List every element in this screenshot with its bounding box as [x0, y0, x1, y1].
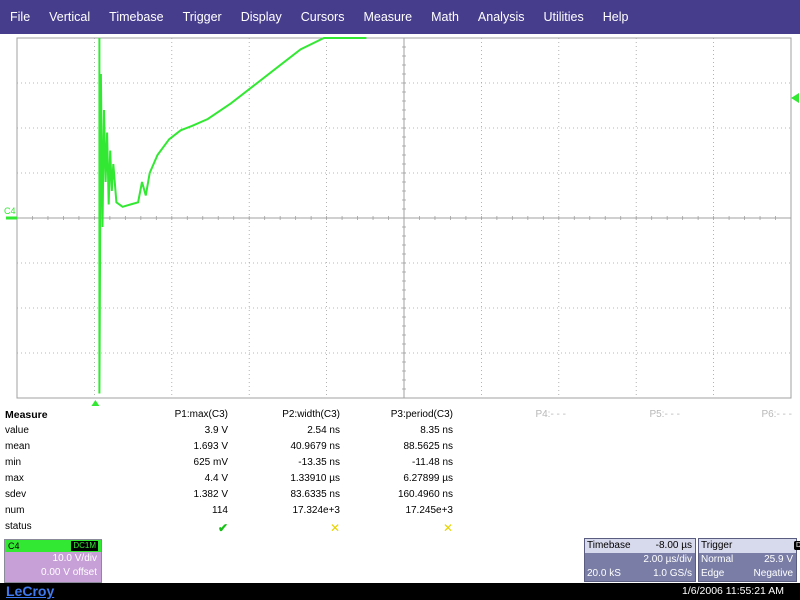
measure-row-label: max	[5, 473, 24, 484]
measure-param-p6[interactable]: P6:- - -	[761, 409, 792, 420]
menu-utilities[interactable]: Utilities	[533, 0, 592, 34]
measure-value: 114	[212, 505, 228, 516]
measure-value: 17.324e+3	[292, 505, 340, 516]
trigger-level-arrow	[791, 93, 799, 103]
menu-measure[interactable]: Measure	[353, 0, 421, 34]
measure-value: 6.27899 µs	[403, 473, 453, 484]
waveform-display[interactable]: C4	[0, 34, 800, 406]
menu-bar: File Vertical Timebase Trigger Display Cursor…	[0, 0, 800, 34]
menu-timebase[interactable]: Timebase	[99, 0, 172, 34]
measure-row-num: num 114 17.324e+3 17.245e+3	[0, 505, 800, 521]
measure-param-p5[interactable]: P5:- - -	[649, 409, 680, 420]
cross-icon: ✕	[442, 521, 453, 535]
measure-row-label: mean	[5, 441, 31, 452]
trigger-mode: Normal	[701, 554, 734, 565]
channel-header: C4 DC1M	[5, 540, 101, 552]
measure-value: 83.6335 ns	[290, 489, 341, 500]
measure-row-status: status ✔ ✕ ✕	[0, 521, 800, 537]
measure-row-label: sdev	[5, 489, 27, 500]
lecroy-logo: LeCroy	[6, 583, 55, 599]
timebase-title: Timebase	[587, 540, 631, 551]
measure-title: Measure	[5, 409, 48, 421]
trigger-box[interactable]: Trigger C4 DC Normal 25.9 V Edge Negativ…	[698, 538, 800, 582]
measure-value: 625 mV	[193, 457, 228, 468]
status-bar: LeCroy 1/6/2006 11:55:21 AM	[0, 583, 800, 600]
timebase-box[interactable]: Timebase -8.00 µs 2.00 µs/div 20.0 kS 1.…	[584, 538, 696, 582]
menu-analysis[interactable]: Analysis	[468, 0, 534, 34]
menu-file[interactable]: File	[0, 0, 39, 34]
measure-row-label: min	[5, 457, 22, 468]
trigger-level: 25.9 V	[764, 554, 793, 565]
measure-value: -11.48 ns	[412, 457, 453, 468]
measure-value: 3.9 V	[204, 425, 228, 436]
timebase-header: Timebase -8.00 µs	[585, 539, 695, 553]
cross-icon: ✕	[329, 521, 340, 535]
menu-vertical[interactable]: Vertical	[39, 0, 99, 34]
measure-panel: Measure P1:max(C3) P2:width(C3) P3:period(C…	[0, 406, 800, 536]
menu-trigger[interactable]: Trigger	[173, 0, 231, 34]
timebase-samples: 20.0 kS	[587, 568, 621, 579]
date-time: 1/6/2006 11:55:21 AM	[682, 585, 784, 597]
channel-c4-box[interactable]: C4 DC1M 10.0 V/div 0.00 V offset	[4, 539, 102, 583]
measure-param-p3[interactable]: P3:period(C3)	[391, 409, 453, 420]
channel-offset: 0.00 V offset	[41, 567, 97, 578]
timebase-delay: -8.00 µs	[655, 540, 692, 551]
trigger-title: Trigger	[701, 540, 733, 551]
measure-value: 1.382 V	[193, 489, 228, 500]
menu-help[interactable]: Help	[593, 0, 638, 34]
trigger-slope: Negative	[753, 568, 793, 579]
measure-param-p4[interactable]: P4:- - -	[535, 409, 566, 420]
measure-row-label: num	[5, 505, 25, 516]
measure-value: 88.5625 ns	[403, 441, 454, 452]
measure-row-label: value	[5, 425, 29, 436]
measure-param-p2[interactable]: P2:width(C3)	[282, 409, 340, 420]
measure-row-label: status	[5, 521, 32, 532]
measure-header-row: Measure P1:max(C3) P2:width(C3) P3:period(C…	[0, 409, 800, 425]
menu-display[interactable]: Display	[231, 0, 291, 34]
measure-value: 17.245e+3	[405, 505, 453, 516]
channel-name: C4	[8, 541, 20, 551]
channel-vdiv: 10.0 V/div	[52, 553, 97, 564]
measure-row-sdev: sdev 1.382 V 83.6335 ns 160.4960 ns	[0, 489, 800, 505]
channel-coupling-badge: DC1M	[71, 541, 98, 551]
measure-value: 1.693 V	[193, 441, 228, 452]
measure-value: 2.54 ns	[307, 425, 340, 436]
measure-value: 8.35 ns	[420, 425, 453, 436]
measure-value: 4.4 V	[204, 473, 228, 484]
timebase-rate: 1.0 GS/s	[653, 568, 692, 579]
channel-marker-label: C4	[4, 206, 16, 216]
measure-row-max: max 4.4 V 1.33910 µs 6.27899 µs	[0, 473, 800, 489]
measure-row-min: min 625 mV -13.35 ns -11.48 ns	[0, 457, 800, 473]
measure-param-p1[interactable]: P1:max(C3)	[175, 409, 228, 420]
trigger-header: Trigger C4 DC	[699, 539, 800, 553]
menu-cursors[interactable]: Cursors	[291, 0, 354, 34]
measure-row-value: value 3.9 V 2.54 ns 8.35 ns	[0, 425, 800, 441]
trigger-coupling-badge: DC	[794, 541, 800, 550]
menu-math[interactable]: Math	[421, 0, 468, 34]
measure-value: 40.9679 ns	[290, 441, 341, 452]
measure-value: 1.33910 µs	[290, 473, 340, 484]
measure-row-mean: mean 1.693 V 40.9679 ns 88.5625 ns	[0, 441, 800, 457]
measure-value: 160.4960 ns	[397, 489, 453, 500]
timebase-tdiv: 2.00 µs/div	[643, 554, 692, 565]
trigger-type: Edge	[701, 568, 725, 579]
waveform-grid: C4	[4, 37, 799, 406]
measure-value: -13.35 ns	[298, 457, 340, 468]
check-icon: ✔	[217, 521, 228, 535]
